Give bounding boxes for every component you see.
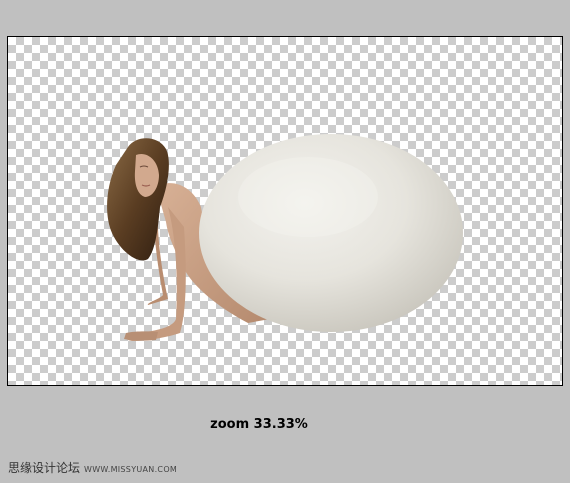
egg-shape [199, 134, 463, 332]
document-canvas[interactable] [7, 36, 563, 386]
composite-image-layer [107, 134, 463, 341]
watermark: 思缘设计论坛 WWW.MISSYUAN.COM [8, 459, 177, 476]
watermark-site-name: 思缘设计论坛 [8, 461, 81, 475]
workspace: zoom 33.33% 思缘设计论坛 WWW.MISSYUAN.COM [0, 0, 570, 483]
watermark-url: WWW.MISSYUAN.COM [84, 465, 178, 474]
zoom-level-label: zoom 33.33% [210, 417, 308, 432]
